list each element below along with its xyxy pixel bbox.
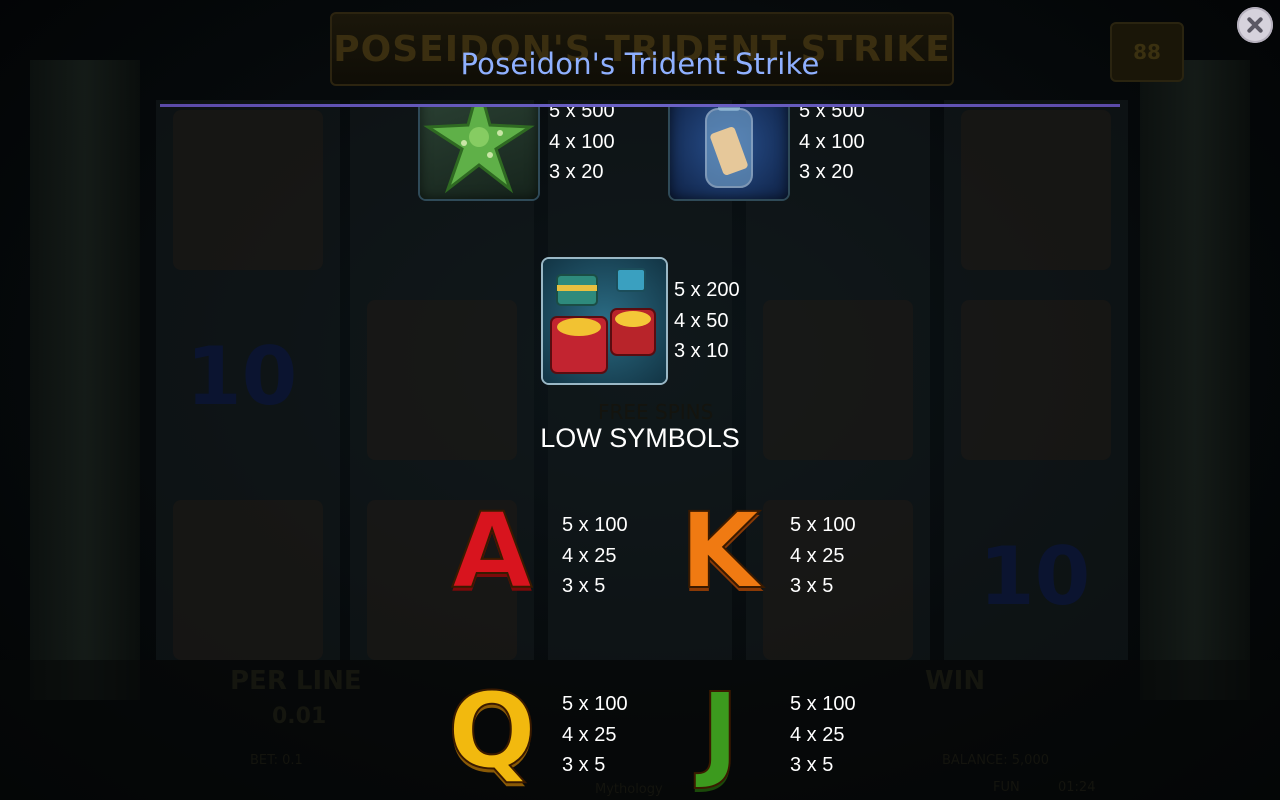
message-bottle-icon — [670, 107, 788, 199]
payout-4: 4 x 25 — [562, 723, 617, 746]
game-screen: POSEIDON'S TRIDENT STRIKE 88 10 FREE SPI… — [0, 0, 1280, 800]
payout-3: 3 x 5 — [562, 575, 606, 597]
payout-4: 4 x 100 — [549, 130, 615, 153]
payout-3: 3 x 20 — [549, 161, 604, 183]
paytable-title: Poseidon's Trident Strike — [460, 47, 820, 81]
payout-4: 4 x 25 — [790, 723, 845, 746]
payout-4: 4 x 50 — [674, 309, 729, 332]
payout-5: 5 x 500 — [549, 107, 615, 122]
close-icon[interactable] — [1237, 7, 1273, 43]
payout-3: 3 x 5 — [562, 754, 606, 776]
payout-4: 4 x 100 — [799, 130, 865, 153]
paytable-scroll-area[interactable]: 5 x 500 4 x 100 3 x 20 5 x 500 4 x 100 3… — [0, 107, 1280, 800]
a-payouts: 5 x 100 4 x 25 3 x 5 — [562, 510, 628, 602]
starfish-icon — [420, 107, 538, 199]
letter-q-icon: Q — [447, 670, 537, 792]
payout-3: 3 x 5 — [790, 754, 834, 776]
payout-5: 5 x 100 — [790, 514, 856, 536]
bottle-payouts: 5 x 500 4 x 100 3 x 20 — [799, 107, 865, 188]
payout-3: 3 x 20 — [799, 161, 854, 183]
payout-5: 5 x 200 — [674, 279, 740, 301]
payout-3: 3 x 5 — [790, 575, 834, 597]
payout-3: 3 x 10 — [674, 340, 729, 362]
k-payouts: 5 x 100 4 x 25 3 x 5 — [790, 510, 856, 602]
q-payouts: 5 x 100 4 x 25 3 x 5 — [562, 689, 628, 781]
treasure-chests-icon — [543, 259, 666, 383]
payout-5: 5 x 100 — [790, 693, 856, 715]
payout-4: 4 x 25 — [562, 544, 617, 567]
j-payouts: 5 x 100 4 x 25 3 x 5 — [790, 689, 856, 781]
paytable-overlay: Poseidon's Trident Strike 5 x 500 4 x 10… — [0, 0, 1280, 800]
payout-4: 4 x 25 — [790, 544, 845, 567]
letter-k-icon: K — [679, 490, 762, 612]
payout-5: 5 x 100 — [562, 514, 628, 536]
payout-5: 5 x 100 — [562, 693, 628, 715]
letter-a-icon: A — [451, 490, 534, 612]
letter-j-icon: J — [700, 670, 741, 792]
chests-payouts: 5 x 200 4 x 50 3 x 10 — [674, 275, 740, 367]
payout-5: 5 x 500 — [799, 107, 865, 122]
starfish-payouts: 5 x 500 4 x 100 3 x 20 — [549, 107, 615, 188]
low-symbols-heading: LOW SYMBOLS — [540, 423, 740, 453]
